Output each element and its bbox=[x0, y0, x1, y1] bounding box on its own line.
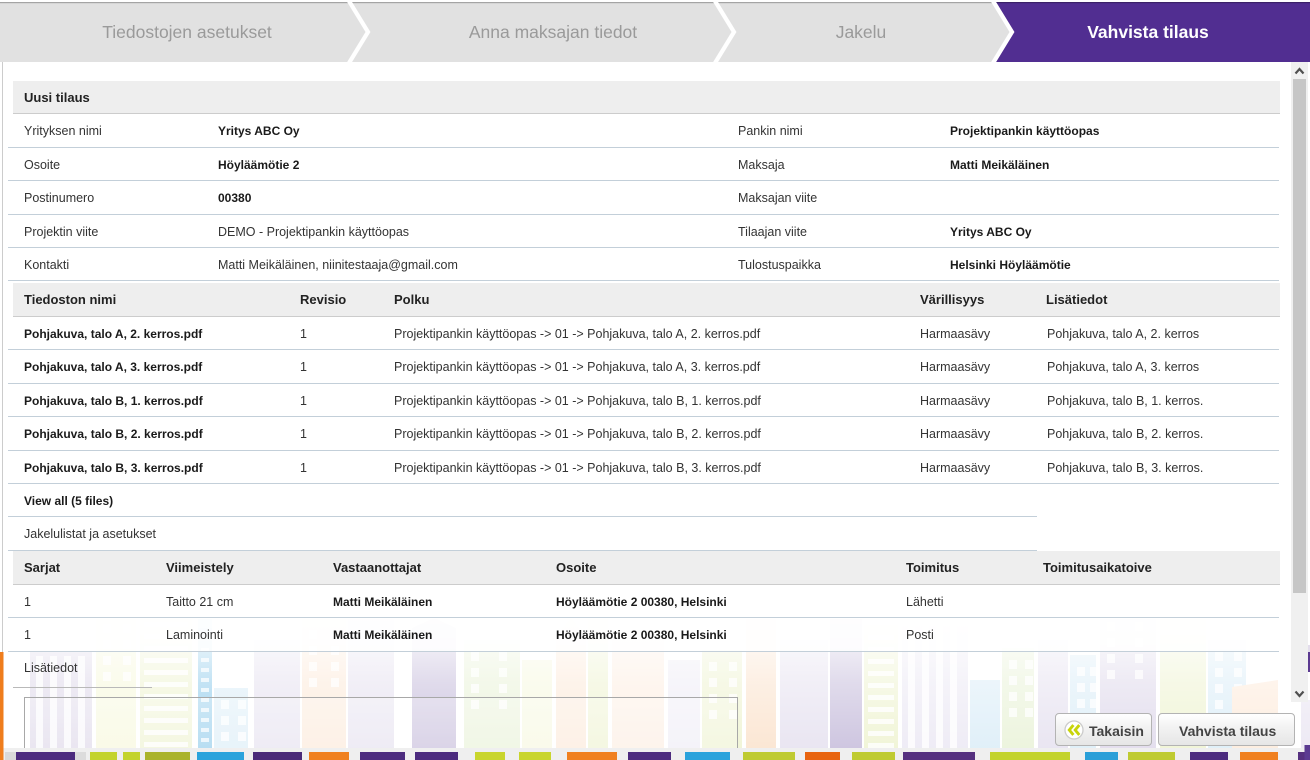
svg-text:Anna maksajan tiedot: Anna maksajan tiedot bbox=[469, 22, 637, 42]
svg-text:Tiedostojen asetukset: Tiedostojen asetukset bbox=[102, 22, 272, 42]
svg-text:Vahvista tilaus: Vahvista tilaus bbox=[1087, 22, 1209, 42]
svg-text:Jakelu: Jakelu bbox=[836, 22, 887, 42]
